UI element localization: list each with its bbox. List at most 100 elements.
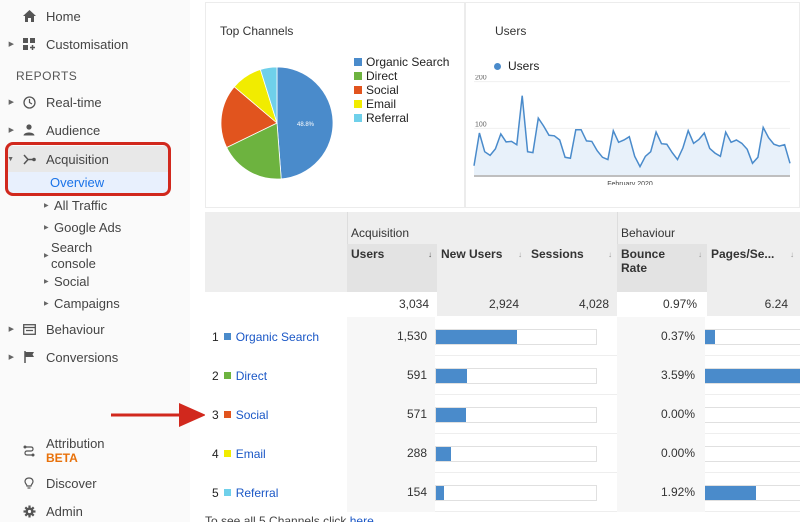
- lightbulb-icon: [18, 476, 40, 490]
- sidebar-item-attribution[interactable]: Attribution BETA: [0, 437, 105, 467]
- legend-item[interactable]: Referral: [354, 111, 449, 125]
- bounce-rate-value: 0.37%: [617, 317, 705, 356]
- group-behaviour: Behaviour: [621, 226, 676, 240]
- sidebar-item-all-traffic[interactable]: ▶ All Traffic: [44, 198, 107, 213]
- y-tick-label: 200: [475, 75, 487, 82]
- group-acquisition: Acquisition: [351, 226, 410, 240]
- sidebar-item-social[interactable]: ▶ Social: [44, 274, 89, 289]
- channel-link[interactable]: Referral: [236, 486, 279, 500]
- total-sessions: 4,028: [527, 292, 617, 316]
- channel-link[interactable]: Email: [236, 447, 266, 461]
- bounce-bar-track: [705, 407, 800, 423]
- total-pages-session: 6.24: [707, 292, 800, 316]
- bounce-bar: [705, 369, 800, 383]
- legend-swatch: [354, 86, 362, 94]
- dashboard-icon: [18, 38, 40, 50]
- users-bar-track: [435, 407, 597, 423]
- users-value: 1,530: [347, 317, 435, 356]
- gear-icon: [18, 505, 40, 518]
- x-axis-label: February 2020: [607, 181, 653, 185]
- channel-link[interactable]: Direct: [236, 369, 267, 383]
- channel-cell: 1 Organic Search: [205, 317, 347, 356]
- table-row: 5 Referral 154 1.92%: [205, 473, 800, 512]
- users-bar: [436, 369, 468, 383]
- beta-badge: BETA: [46, 451, 78, 465]
- channel-link[interactable]: Social: [236, 408, 269, 422]
- sidebar-item-campaigns[interactable]: ▶ Campaigns: [44, 296, 120, 311]
- caret-right-icon: ▶: [8, 326, 14, 333]
- users-value: 288: [347, 434, 435, 473]
- home-icon: [18, 10, 40, 22]
- caret-right-icon: ▶: [44, 203, 49, 209]
- total-users: 3,034: [347, 292, 437, 316]
- y-tick-label: 100: [475, 121, 487, 128]
- users-bar: [436, 447, 452, 461]
- bounce-bar: [705, 330, 715, 344]
- channel-color-swatch: [223, 411, 231, 418]
- legend-item[interactable]: Social: [354, 83, 449, 97]
- users-bar-track: [435, 485, 597, 501]
- channel-cell: 4 Email: [205, 434, 347, 473]
- sidebar-item-google-ads[interactable]: ▶ Google Ads: [44, 220, 121, 235]
- rank: 5: [212, 485, 219, 500]
- bounce-bar-track: [705, 329, 800, 345]
- table-row: 4 Email 288 0.00%: [205, 434, 800, 473]
- sidebar-item-behaviour[interactable]: ▶ Behaviour: [0, 318, 105, 340]
- total-new-users: 2,924: [437, 292, 527, 316]
- legend-item[interactable]: Email: [354, 97, 449, 111]
- attribution-icon: [18, 445, 40, 457]
- col-bounce-rate[interactable]: Bounce Rate ↓: [617, 244, 707, 292]
- channel-link[interactable]: Organic Search: [236, 330, 319, 344]
- sidebar-item-audience[interactable]: ▶ Audience: [0, 119, 101, 141]
- legend-label: Referral: [366, 111, 409, 125]
- rank: 2: [212, 368, 219, 383]
- caret-right-icon: ▶: [8, 354, 14, 361]
- highlight-annotation: [5, 142, 171, 196]
- users-bar: [436, 408, 467, 422]
- sidebar-item-search-console[interactable]: ▶ Search console: [44, 240, 114, 272]
- sort-arrow-icon: ↓: [428, 250, 432, 259]
- users-value: 591: [347, 356, 435, 395]
- col-users[interactable]: Users ↓: [347, 244, 437, 292]
- pie-slice-label: 48.8%: [297, 122, 315, 128]
- rank: 3: [212, 407, 219, 422]
- legend-swatch: [354, 100, 362, 108]
- sidebar-item-discover[interactable]: Discover: [0, 472, 97, 494]
- users-value: 154: [347, 473, 435, 512]
- legend-label: Direct: [366, 69, 398, 83]
- legend-swatch: [354, 114, 362, 122]
- users-legend: Users: [494, 59, 539, 73]
- bounce-bar-track: [705, 368, 800, 384]
- flag-icon: [18, 351, 40, 363]
- users-bar-track: [435, 446, 597, 462]
- legend-item[interactable]: Direct: [354, 69, 449, 83]
- sidebar-item-realtime[interactable]: ▶ Real-time: [0, 91, 102, 113]
- total-bounce-rate: 0.97%: [617, 292, 707, 316]
- caret-right-icon: ▶: [44, 279, 49, 285]
- legend-item[interactable]: Organic Search: [354, 55, 449, 69]
- bounce-bar-track: [705, 446, 800, 462]
- caret-right-icon: ▶: [44, 253, 49, 259]
- legend-label: Social: [366, 83, 399, 97]
- sidebar-item-customisation[interactable]: ▶ Customisation: [0, 33, 129, 55]
- legend-dot-icon: [494, 62, 501, 70]
- caret-right-icon: ▶: [44, 301, 49, 307]
- behaviour-icon: [18, 323, 40, 335]
- col-pages-session[interactable]: Pages/Se... ↓: [707, 244, 799, 292]
- top-channels-card: Top Channels 48.8% Organic Search Direct S…: [205, 2, 465, 208]
- see-all-link[interactable]: here: [350, 514, 374, 522]
- bounce-rate-value: 1.92%: [617, 473, 705, 512]
- col-sessions[interactable]: Sessions ↓: [527, 244, 617, 292]
- person-icon: [18, 124, 40, 136]
- channel-color-swatch: [223, 333, 231, 340]
- sidebar-item-home[interactable]: Home: [0, 5, 81, 27]
- channel-color-swatch: [223, 489, 231, 496]
- sidebar-item-admin[interactable]: Admin: [0, 500, 83, 522]
- col-new-users[interactable]: New Users ↓: [437, 244, 527, 292]
- sort-arrow-icon: ↓: [518, 250, 522, 259]
- sidebar-item-conversions[interactable]: ▶ Conversions: [0, 346, 119, 368]
- channel-cell: 2 Direct: [205, 356, 347, 395]
- pie-chart: 48.8%: [220, 66, 334, 180]
- bounce-bar: [705, 486, 756, 500]
- table-row: 2 Direct 591 3.59%: [205, 356, 800, 395]
